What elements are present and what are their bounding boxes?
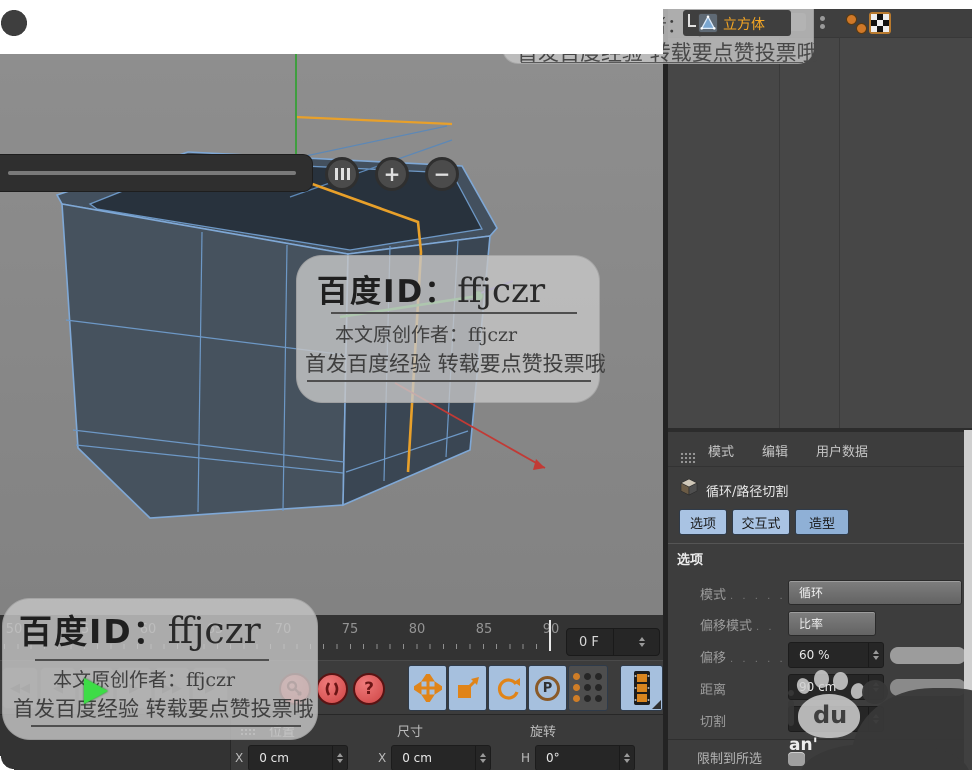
mode-label: 模式. . . . . [700,588,786,603]
tag-dot-icon[interactable] [856,23,867,34]
record-icon [325,682,339,696]
restrict-label: 限制到所选 [697,752,763,767]
menu-user-data[interactable]: 用户数据 [816,441,868,460]
question-icon: ? [364,679,374,699]
current-frame-field[interactable]: 0 F [566,628,660,656]
dots-grid-icon [573,673,603,703]
attribute-menu-bar: 模式 编辑 用户数据 [668,432,972,467]
filmstrip-icon [633,671,650,705]
playhead-marker[interactable] [549,620,551,651]
section-options-title: 选项 [677,553,704,568]
menu-mode[interactable]: 模式 [708,441,734,460]
tool-cube-icon [679,477,699,501]
visibility-dot-top[interactable] [820,16,825,21]
tab-options[interactable]: 选项 [679,509,727,535]
offset-slider[interactable] [890,647,966,664]
bars-icon [334,168,338,180]
key-pla-button[interactable] [568,665,608,711]
rotate-icon [497,678,520,700]
size-x-group: X 0 cm [378,745,492,771]
viewport-slider[interactable] [0,154,313,192]
key-position-button[interactable] [408,665,447,711]
visibility-dot-bottom[interactable] [820,24,825,29]
autokey-button[interactable] [316,673,348,705]
ruler-tick-label: 80 [408,622,426,637]
offset-label: 偏移. . . . . [700,651,786,666]
c4d-window: + − 网格间距 : 100 cm 50 55 60 65 70 75 80 8… [0,0,972,777]
offset-spinner[interactable] [868,643,883,667]
tool-title: 循环/路径切割 [706,485,789,500]
tab-interactive[interactable]: 交互式 [732,509,790,535]
plus-icon: + [383,162,401,186]
texture-tag-icon[interactable] [869,12,891,34]
tab-modeling[interactable]: 造型 [795,509,849,535]
object-manager [668,9,972,430]
cut-label: 切割 [700,715,727,730]
rotation-h-field[interactable]: 0° [535,745,636,771]
frame-spinner[interactable] [612,629,660,655]
position-x-group: X 0 cm [235,745,349,771]
ruler-tick-label: 90 [534,622,568,637]
offset-mode-label: 偏移模式. . [700,619,775,634]
size-x-spinner[interactable] [475,746,490,770]
baidu-du-logo: du [813,701,848,729]
mode-dropdown[interactable]: 循环 [788,580,962,605]
hud-zoom-out-button[interactable]: − [425,157,459,191]
position-x-spinner[interactable] [332,746,347,770]
ruler-tick-label: 75 [341,622,359,637]
watermark-center: 百度ID：ffjczr 本文原创作者：ffjczr 首发百度经验 转载要点赞投票… [296,255,606,403]
size-header: 尺寸 [396,725,423,740]
rotation-h-group: H 0° [521,745,636,771]
menu-edit[interactable]: 编辑 [762,441,788,460]
object-row-cube[interactable]: 立方体 [683,10,791,36]
size-x-field[interactable]: 0 cm [391,745,492,771]
watermark-bottom-left: 百度ID：ffjczr 本文原创作者：ffjczr 首发百度经验 转载要点赞投票… [2,598,318,740]
polygon-object-icon[interactable] [698,13,718,33]
corner-fold-icon [652,700,661,709]
key-parameter-button[interactable]: P [528,665,567,711]
tree-branch-icon [688,14,690,25]
rotation-h-spinner[interactable] [619,746,634,770]
rotation-header: 旋转 [529,725,556,740]
ruler-tick-label: 85 [475,622,493,637]
hud-bars-button[interactable] [325,157,359,191]
motion-clip-button[interactable] [620,665,663,711]
key-scale-button[interactable] [448,665,487,711]
key-rotation-button[interactable] [488,665,527,711]
offset-mode-dropdown[interactable]: 比率 [788,611,876,636]
scale-square-icon [457,677,479,698]
object-name-label: 立方体 [723,17,765,33]
phong-tag-icon[interactable] [846,14,857,25]
distance-label: 距离 [700,683,727,698]
play-icon[interactable] [84,678,108,704]
move-cross-icon [413,674,442,702]
keyframe-selection-button[interactable]: ? [353,673,385,705]
offset-field[interactable]: 60 % [788,642,884,668]
minus-icon: − [433,162,451,186]
position-x-field[interactable]: 0 cm [248,745,349,771]
hud-zoom-in-button[interactable]: + [375,157,409,191]
jingyan-text: an' [789,735,818,755]
parameter-p-icon: P [535,675,560,701]
